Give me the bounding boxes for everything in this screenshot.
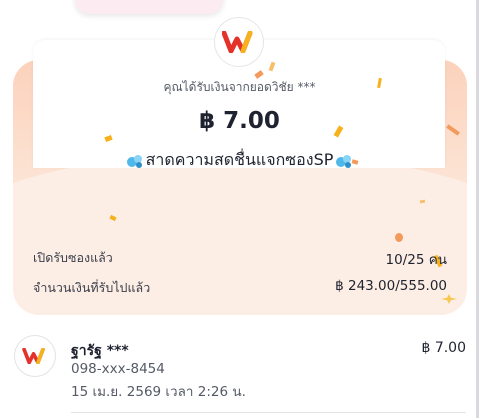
wallet-w-logo-icon bbox=[222, 31, 253, 53]
recipient-amount: ฿ 7.00 bbox=[421, 340, 466, 356]
top-tab-card bbox=[75, 0, 223, 14]
campaign-title-row: สาดความสดชื่นแจกซองSP bbox=[0, 148, 479, 173]
sender-message: คุณได้รับเงินจากยอดวิชัย *** bbox=[163, 80, 316, 94]
received-stat-row: จำนวนเงินที่รับไปแล้ว ฿ 243.00/555.00 bbox=[33, 278, 447, 298]
wallet-logo-badge bbox=[214, 17, 264, 67]
sparkle-bubble-icon bbox=[126, 154, 142, 168]
list-divider bbox=[71, 412, 466, 413]
recipient-avatar bbox=[14, 335, 56, 377]
received-label: จำนวนเงินที่รับไปแล้ว bbox=[33, 280, 151, 295]
opened-stat-row: เปิดรับซองแล้ว 10/25 คน bbox=[33, 248, 447, 270]
confetti-piece bbox=[395, 233, 403, 242]
recipient-name: ฐารัฐ *** bbox=[71, 343, 129, 359]
campaign-title: สาดความสดชื่นแจกซองSP bbox=[145, 150, 334, 169]
opened-label: เปิดรับซองแล้ว bbox=[33, 250, 113, 265]
sparkle-bubble-icon bbox=[336, 154, 352, 168]
received-value: ฿ 243.00/555.00 bbox=[335, 278, 447, 294]
recipient-timestamp: 15 เม.ย. 2569 เวลา 2:26 น. bbox=[71, 384, 246, 400]
wallet-w-logo-icon bbox=[22, 348, 45, 364]
recipient-phone: 098-xxx-8454 bbox=[71, 361, 165, 377]
received-amount: ฿ 7.00 bbox=[199, 108, 280, 134]
opened-value: 10/25 คน bbox=[385, 252, 447, 268]
